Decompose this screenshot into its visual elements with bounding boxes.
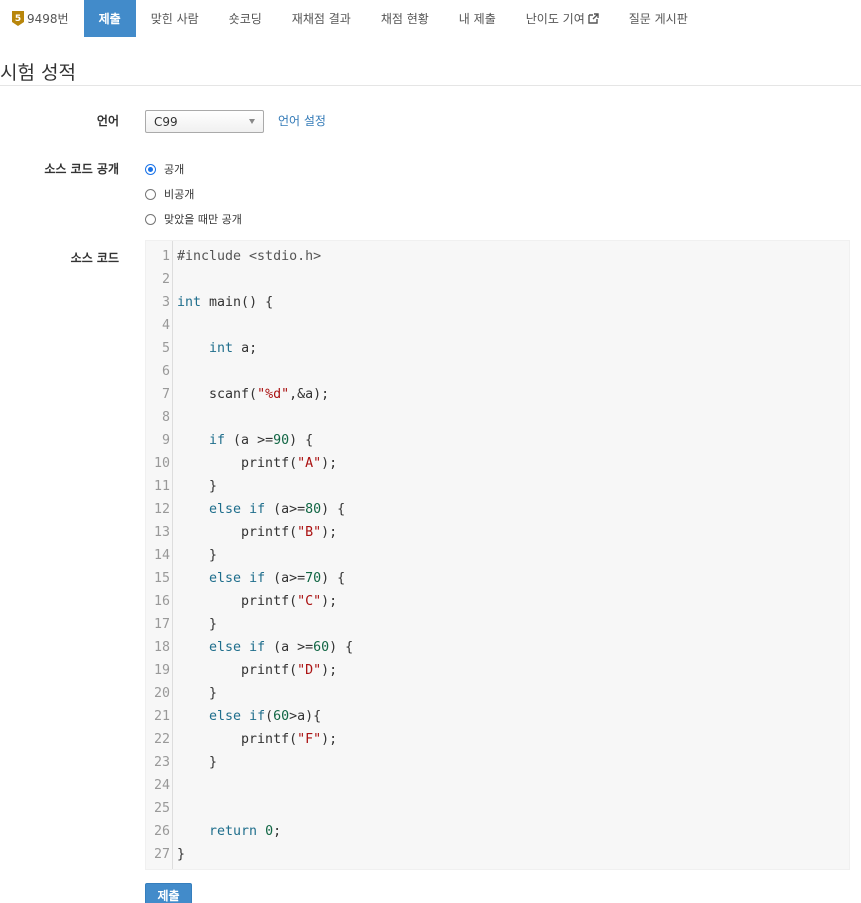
line-number: 12 [153,502,170,517]
tier-5-badge-icon: 5 [12,11,24,26]
nav-problem-number[interactable]: 5 9498번 [0,0,84,37]
code-line[interactable]: return 0; [177,820,281,843]
nav-tab-rejudge[interactable]: 재채점 결과 [277,0,366,37]
line-number: 17 [153,617,170,632]
line-number: 19 [153,663,170,678]
line-number: 27 [153,847,170,862]
line-number: 16 [153,594,170,609]
svg-text:5: 5 [15,14,21,24]
line-number: 13 [153,525,170,540]
visibility-option-public[interactable]: 공개 [145,161,184,177]
chevron-down-icon [249,119,255,124]
visibility-label: 소스 코드 공개 [44,162,119,176]
code-line[interactable]: } [177,682,217,705]
radio-private[interactable] [145,188,156,200]
code-line[interactable]: else if(60>a){ [177,705,321,728]
code-line[interactable]: } [177,751,217,774]
nav-tab-status[interactable]: 채점 현황 [366,0,444,37]
nav-tab-submit[interactable]: 제출 [83,0,136,37]
code-line[interactable]: printf("C"); [177,590,337,613]
line-number: 8 [161,410,170,425]
code-line[interactable]: scanf("%d",&a); [177,383,329,406]
language-setting-link[interactable]: 언어 설정 [278,112,326,129]
line-number: 4 [161,318,170,333]
line-number: 22 [153,732,170,747]
visibility-option-accepted-only[interactable]: 맞았을 때만 공개 [145,211,242,227]
visibility-option-private[interactable]: 비공개 [145,186,194,202]
nav-tab-difficulty-contribution[interactable]: 난이도 기여 [511,0,614,37]
line-number: 20 [153,686,170,701]
line-number: 1 [161,249,170,264]
line-number: 24 [153,778,170,793]
nav-tab-question-board[interactable]: 질문 게시판 [614,0,703,37]
page-title: 시험 성적 [0,62,76,84]
code-line[interactable]: printf("F"); [177,728,337,751]
language-label: 언어 [96,114,119,128]
radio-public[interactable] [145,163,156,175]
line-number: 14 [153,548,170,563]
code-line[interactable]: int main() { [177,291,273,314]
code-line[interactable]: #include <stdio.h> [177,245,321,268]
code-line[interactable]: if (a >=90) { [177,429,313,452]
nav-tab-my-submissions[interactable]: 내 제출 [444,0,511,37]
code-line[interactable]: int a; [177,337,257,360]
external-link-icon [588,13,599,24]
line-number: 23 [153,755,170,770]
line-number: 9 [161,433,170,448]
problem-nav: 5 9498번 제출 맞힌 사람 숏코딩 재채점 결과 채점 현황 내 제출 난… [0,0,861,37]
code-line[interactable]: printf("B"); [177,521,337,544]
problem-number-label: 9498번 [27,12,69,26]
code-line[interactable]: printf("D"); [177,659,337,682]
line-number: 26 [153,824,170,839]
line-number: 21 [153,709,170,724]
line-number: 18 [153,640,170,655]
code-line[interactable]: printf("A"); [177,452,337,475]
code-line[interactable]: } [177,613,217,636]
code-line[interactable]: else if (a >=60) { [177,636,353,659]
title-divider [0,85,861,86]
language-select[interactable]: C99 [145,110,264,133]
code-line[interactable]: } [177,544,217,567]
nav-tab-solved-users[interactable]: 맞힌 사람 [136,0,214,37]
nav-tab-short-coding[interactable]: 숏코딩 [214,0,277,37]
line-number: 7 [161,387,170,402]
code-editor[interactable]: 1 #include <stdio.h> 2 3 int main() {4 5 int … [145,240,850,870]
submit-button[interactable]: 제출 [145,883,192,903]
line-number: 10 [153,456,170,471]
code-line[interactable]: else if (a>=70) { [177,567,345,590]
code-line[interactable]: else if (a>=80) { [177,498,345,521]
code-line[interactable]: } [177,843,185,866]
radio-accepted-only[interactable] [145,213,156,225]
line-number: 5 [161,341,170,356]
line-number: 25 [153,801,170,816]
code-line[interactable]: } [177,475,217,498]
line-number: 11 [153,479,170,494]
line-number: 15 [153,571,170,586]
language-selected-value: C99 [154,114,178,129]
source-code-label: 소스 코드 [70,251,119,265]
line-number: 6 [161,364,170,379]
line-number: 2 [161,272,170,287]
line-number: 3 [161,295,170,310]
